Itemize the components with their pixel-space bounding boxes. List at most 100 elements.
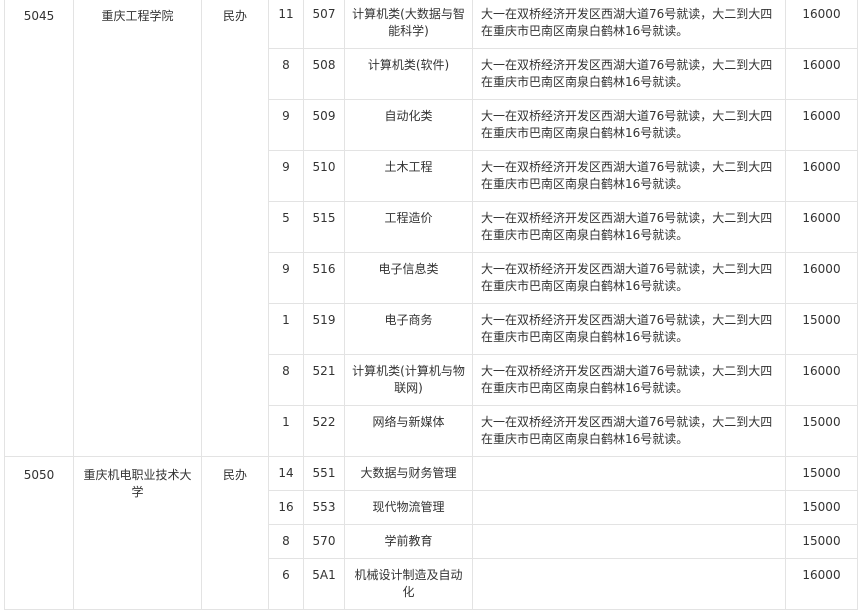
plan-count-cell: 5 (268, 201, 304, 253)
tuition-fee: 16000 (802, 109, 841, 123)
plan-count-cell: 9 (268, 150, 304, 202)
major-code: 510 (312, 160, 336, 174)
major-name: 计算机类(计算机与物联网) (352, 364, 465, 395)
major-name-cell: 计算机类(大数据与智能科学) (344, 0, 473, 49)
major-note (474, 526, 785, 534)
major-name: 工程造价 (384, 211, 433, 225)
plan-count-cell: 11 (268, 0, 304, 49)
tuition-fee: 15000 (802, 500, 841, 514)
major-name-cell: 工程造价 (344, 201, 473, 253)
school-name: 重庆机电职业技术大学 (83, 468, 192, 499)
major-name: 电子商务 (384, 313, 433, 327)
major-note: 大一在双桥经济开发区西湖大道76号就读，大二到大四在重庆市巴南区南泉白鹤林16号… (481, 109, 773, 140)
major-code: 519 (312, 313, 336, 327)
major-name: 计算机类(大数据与智能科学) (352, 7, 465, 38)
school-type-cell: 民办 (201, 0, 269, 457)
tuition-cell: 16000 (785, 252, 858, 304)
plan-count-cell: 8 (268, 354, 304, 406)
major-name-cell: 机械设计制造及自动化 (344, 558, 473, 610)
major-name-cell: 现代物流管理 (344, 490, 473, 525)
major-name-cell: 自动化类 (344, 99, 473, 151)
major-code: 509 (312, 109, 336, 123)
major-note: 大一在双桥经济开发区西湖大道76号就读，大二到大四在重庆市巴南区南泉白鹤林16号… (481, 415, 773, 446)
note-cell (472, 456, 786, 491)
major-name-cell: 电子商务 (344, 303, 473, 355)
major-code: 508 (312, 58, 336, 72)
major-note: 大一在双桥经济开发区西湖大道76号就读，大二到大四在重庆市巴南区南泉白鹤林16号… (481, 262, 773, 293)
tuition-fee: 15000 (802, 534, 841, 548)
school-name-cell: 重庆工程学院 (73, 0, 202, 457)
major-name: 现代物流管理 (372, 500, 445, 514)
major-name: 网络与新媒体 (372, 415, 445, 429)
major-note: 大一在双桥经济开发区西湖大道76号就读，大二到大四在重庆市巴南区南泉白鹤林16号… (481, 58, 773, 89)
major-code: 553 (312, 500, 336, 514)
major-name-cell: 计算机类(软件) (344, 48, 473, 100)
tuition-fee: 16000 (802, 262, 841, 276)
major-code-cell: 510 (303, 150, 345, 202)
table-row: 5045 重庆工程学院 民办 11 507 计算机类(大数据与智能科学) 大一在… (4, 0, 858, 457)
major-note: 大一在双桥经济开发区西湖大道76号就读，大二到大四在重庆市巴南区南泉白鹤林16号… (481, 7, 773, 38)
school-type: 民办 (222, 9, 247, 23)
note-cell: 大一在双桥经济开发区西湖大道76号就读，大二到大四在重庆市巴南区南泉白鹤林16号… (472, 303, 786, 355)
major-code: 521 (312, 364, 336, 378)
major-note: 大一在双桥经济开发区西湖大道76号就读，大二到大四在重庆市巴南区南泉白鹤林16号… (481, 211, 773, 242)
major-name-cell: 大数据与财务管理 (344, 456, 473, 491)
tuition-fee: 16000 (802, 58, 841, 72)
major-code: 515 (312, 211, 336, 225)
tuition-fee: 16000 (802, 364, 841, 378)
major-name: 电子信息类 (378, 262, 439, 276)
plan-count-cell: 14 (268, 456, 304, 491)
tuition-cell: 15000 (785, 405, 858, 457)
plan-count: 14 (278, 466, 294, 480)
tuition-cell: 15000 (785, 456, 858, 491)
tuition-fee: 15000 (802, 466, 841, 480)
plan-count-cell: 6 (268, 558, 304, 610)
plan-count: 11 (278, 7, 294, 21)
tuition-fee: 16000 (802, 211, 841, 225)
tuition-cell: 16000 (785, 201, 858, 253)
school-name: 重庆工程学院 (101, 9, 174, 23)
major-code: 570 (312, 534, 336, 548)
plan-count: 8 (282, 534, 290, 548)
major-name: 土木工程 (384, 160, 433, 174)
school-name-cell: 重庆机电职业技术大学 (73, 456, 202, 610)
school-type-cell: 民办 (201, 456, 269, 610)
note-cell: 大一在双桥经济开发区西湖大道76号就读，大二到大四在重庆市巴南区南泉白鹤林16号… (472, 252, 786, 304)
major-code-cell: 516 (303, 252, 345, 304)
plan-count: 1 (282, 313, 290, 327)
major-name-cell: 土木工程 (344, 150, 473, 202)
plan-count-cell: 8 (268, 48, 304, 100)
school-code: 5050 (23, 468, 55, 482)
major-code-cell: 521 (303, 354, 345, 406)
tuition-cell: 16000 (785, 558, 858, 610)
major-name-cell: 计算机类(计算机与物联网) (344, 354, 473, 406)
plan-count-cell: 9 (268, 252, 304, 304)
tuition-cell: 15000 (785, 303, 858, 355)
tuition-cell: 16000 (785, 99, 858, 151)
major-note: 大一在双桥经济开发区西湖大道76号就读，大二到大四在重庆市巴南区南泉白鹤林16号… (481, 364, 773, 395)
school-code: 5045 (23, 9, 55, 23)
major-code-cell: 515 (303, 201, 345, 253)
major-name-cell: 网络与新媒体 (344, 405, 473, 457)
plan-count: 6 (282, 568, 290, 582)
major-code-cell: 553 (303, 490, 345, 525)
major-code-cell: 509 (303, 99, 345, 151)
tuition-cell: 16000 (785, 354, 858, 406)
tuition-cell: 16000 (785, 0, 858, 49)
plan-count: 5 (282, 211, 290, 225)
note-cell: 大一在双桥经济开发区西湖大道76号就读，大二到大四在重庆市巴南区南泉白鹤林16号… (472, 354, 786, 406)
note-cell (472, 524, 786, 559)
plan-count-cell: 9 (268, 99, 304, 151)
table-row: 5050 重庆机电职业技术大学 民办 14 551 大数据与财务管理 15000 (4, 456, 858, 610)
major-note: 大一在双桥经济开发区西湖大道76号就读，大二到大四在重庆市巴南区南泉白鹤林16号… (481, 313, 773, 344)
major-note (474, 492, 785, 500)
plan-count: 1 (282, 415, 290, 429)
school-code-cell: 5045 (4, 0, 74, 457)
major-note (474, 458, 785, 466)
major-name: 学前教育 (384, 534, 433, 548)
major-code-cell: 519 (303, 303, 345, 355)
plan-count: 16 (278, 500, 294, 514)
tuition-cell: 15000 (785, 490, 858, 525)
major-code: 5A1 (312, 568, 336, 582)
plan-count: 9 (282, 160, 290, 174)
